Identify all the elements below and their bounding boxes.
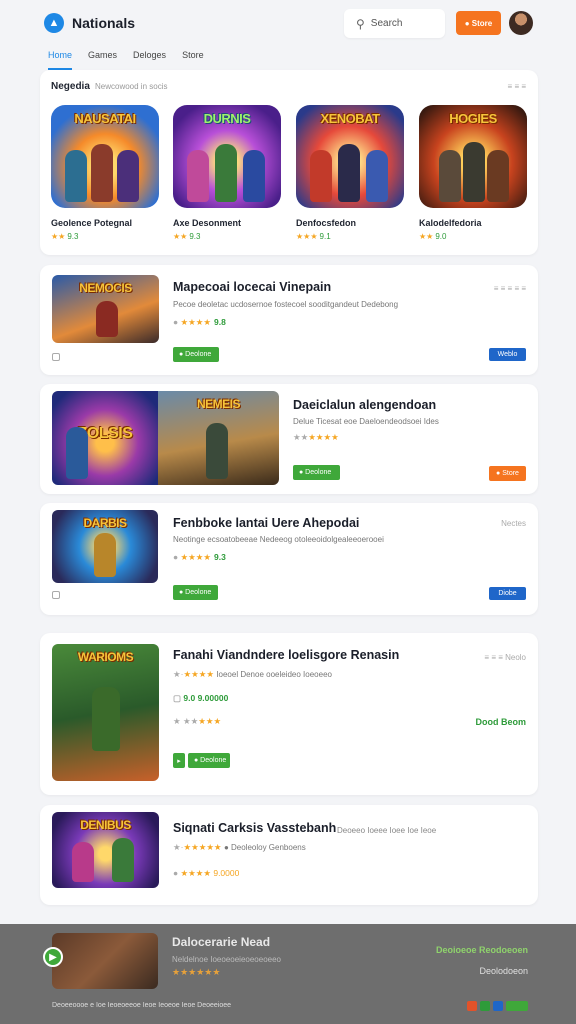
game-rating: ● ★★★★ 9.3 (173, 552, 226, 562)
share-icon[interactable] (480, 1001, 490, 1011)
game-title: Siqnati Carksis Vasstebanh (173, 821, 337, 835)
featured-more[interactable]: ≡ ≡ ≡ (508, 82, 526, 91)
game-art: HOGIES (419, 105, 527, 208)
game-score: ▢ 9.0 9.00000 (173, 693, 229, 703)
game-art-title: NAUSATAI (74, 111, 136, 126)
game-thumbnail: NEMEIS (158, 391, 279, 485)
game-title: Fanahi Viandndere loelisgore Renasin (173, 648, 400, 662)
game-rating: ★★ 9.0 (419, 232, 447, 241)
game-art-title: HOGIES (449, 111, 497, 126)
more-icon[interactable] (506, 1001, 528, 1011)
game-thumbnail: NEMOCIS (52, 275, 159, 343)
game-tag: ≡ ≡ ≡ ≡ ≡ (493, 284, 526, 293)
game-title: Daeiclalun alengendoan (293, 398, 437, 412)
now-playing-rating: ★★★★★★ (172, 967, 221, 977)
featured-section: Negedia Newcowood in socis ≡ ≡ ≡ NAUSATA… (40, 70, 538, 255)
game-card[interactable]: ZOLSIS NEMEIS Daeiclalun alengendoan Del… (40, 384, 538, 494)
footer-icons (467, 1001, 528, 1011)
tab-games[interactable]: Games (88, 50, 117, 70)
featured-tile[interactable]: XENOBAT Denfocsfedon ★★★ 9.1 (296, 105, 404, 241)
game-thumbnail: DENIBUS (52, 812, 159, 888)
featured-tile[interactable]: DURNIS Axe Desonment ★★ 9.3 (173, 105, 281, 241)
now-playing-thumbnail (52, 933, 158, 989)
bookmark-icon[interactable] (52, 591, 60, 599)
info-icon[interactable] (493, 1001, 503, 1011)
game-thumbnail: ZOLSIS (52, 391, 158, 485)
logo-icon[interactable]: ▲ (44, 13, 64, 33)
brand-name: Nationals (72, 15, 136, 31)
featured-tile[interactable]: HOGIES Kalodelfedoria ★★ 9.0 (419, 105, 527, 241)
game-tag: Nectes (501, 519, 526, 528)
game-card[interactable]: WARIOMS Fanahi Viandndere loelisgore Ren… (40, 633, 538, 795)
game-rating: ● ★★★★ 9.8 (173, 317, 226, 327)
store-button[interactable]: ● Store (456, 11, 501, 35)
bookmark-icon[interactable] (52, 353, 60, 361)
game-score: ● ★★★★ 9.0000 (173, 868, 240, 878)
now-playing-status[interactable]: Deoioeoe Reodoeoen (436, 945, 528, 955)
game-art-title: DURNIS (203, 111, 251, 126)
featured-tile[interactable]: NAUSATAI Geolence Potegnal ★★ 9.3 (51, 105, 159, 241)
store-button[interactable]: ● Store (489, 466, 526, 481)
search-icon: ⚲ (356, 16, 365, 31)
download-button[interactable]: ● Deolone (173, 585, 218, 600)
game-card[interactable]: DENIBUS Siqnati Carksis Vasstebanh Deoee… (40, 805, 538, 905)
game-name: Denfocsfedon (296, 218, 357, 228)
footer-text: Deoeeoooe e Ioe Ieoeoeeoe Ieoe Ieoeoe Ie… (52, 1002, 232, 1009)
now-playing-title: Dalocerarie Nead (172, 935, 271, 949)
platform-badge: Diobe (489, 587, 526, 600)
download-button[interactable]: ● Deolone (188, 753, 230, 768)
tab-home[interactable]: Home (48, 50, 73, 70)
flag-icon[interactable] (467, 1001, 477, 1011)
tab-store[interactable]: Store (182, 50, 204, 70)
game-thumbnail: WARIOMS (52, 644, 159, 781)
featured-title: Negedia (51, 81, 90, 92)
game-thumbnail: DARBIS (52, 510, 158, 583)
game-rating: ★·★★★★★ ● Deoleoloy Genboens (173, 842, 306, 852)
game-description: Delue Ticesat eoe Daeloendeodsoei Ides (293, 417, 439, 426)
game-rating: ★★ 9.3 (51, 232, 79, 241)
user-avatar[interactable] (509, 11, 533, 35)
tab-deloges[interactable]: Deloges (133, 50, 166, 70)
game-art: XENOBAT (296, 105, 404, 208)
game-description: Neotinge ecsoatobeeae Nedeeog otoleeoido… (173, 535, 384, 544)
featured-subtitle: Newcowood in socis (95, 82, 168, 91)
game-card[interactable]: DARBIS Fenbboke lantai Uere Ahepodai Neo… (40, 503, 538, 615)
play-icon[interactable]: ▸ (173, 753, 185, 768)
game-description: Pecoe deoletac ucdosernoe fostecoel sood… (173, 300, 399, 309)
main-tabs: Home Games Deloges Store (48, 50, 204, 70)
game-art: DURNIS (173, 105, 281, 208)
game-title: Mapecoai locecai Vinepain (173, 280, 332, 294)
now-playing-bar[interactable]: ▶ Dalocerarie Nead Neldelnoe Ioeoeoeieoe… (0, 924, 576, 1024)
download-button[interactable]: ● Deolone (293, 465, 340, 480)
game-status: Dood Beom (475, 717, 527, 727)
game-name: Kalodelfedoria (419, 218, 482, 228)
game-card[interactable]: NEMOCIS Mapecoai locecai Vinepain Pecoe … (40, 265, 538, 375)
download-button[interactable]: ● Deolone (173, 347, 219, 362)
game-rating: ★★★★★★ (293, 432, 339, 442)
game-art-title: XENOBAT (320, 111, 380, 126)
game-name: Geolence Potegnal (51, 218, 133, 228)
game-tag: ≡ ≡ ≡ Neolo (484, 653, 526, 662)
game-title: Fenbboke lantai Uere Ahepodai (173, 516, 360, 530)
game-tag: Deoeeo Ioeee Ioee Ioe Ieoe (337, 826, 437, 835)
platform-badge: Weblo (489, 348, 526, 361)
now-playing-secondary: Deolodoeon (479, 966, 528, 976)
play-icon[interactable]: ▶ (43, 947, 63, 967)
game-rating-secondary: ★ ★★★★★ (173, 716, 222, 726)
search-bar[interactable]: ⚲ Search (344, 9, 445, 38)
game-name: Axe Desonment (173, 218, 242, 228)
game-rating: ★·★★★★ Ioeoel Denoe ooeleideo Ioeoeeo (173, 669, 332, 679)
game-rating: ★★ 9.3 (173, 232, 201, 241)
game-art: NAUSATAI (51, 105, 159, 208)
now-playing-desc: Neldelnoe Ioeoeoeieoeoeoeeo (172, 955, 281, 964)
search-placeholder: Search (370, 18, 403, 29)
game-rating: ★★★ 9.1 (296, 232, 331, 241)
